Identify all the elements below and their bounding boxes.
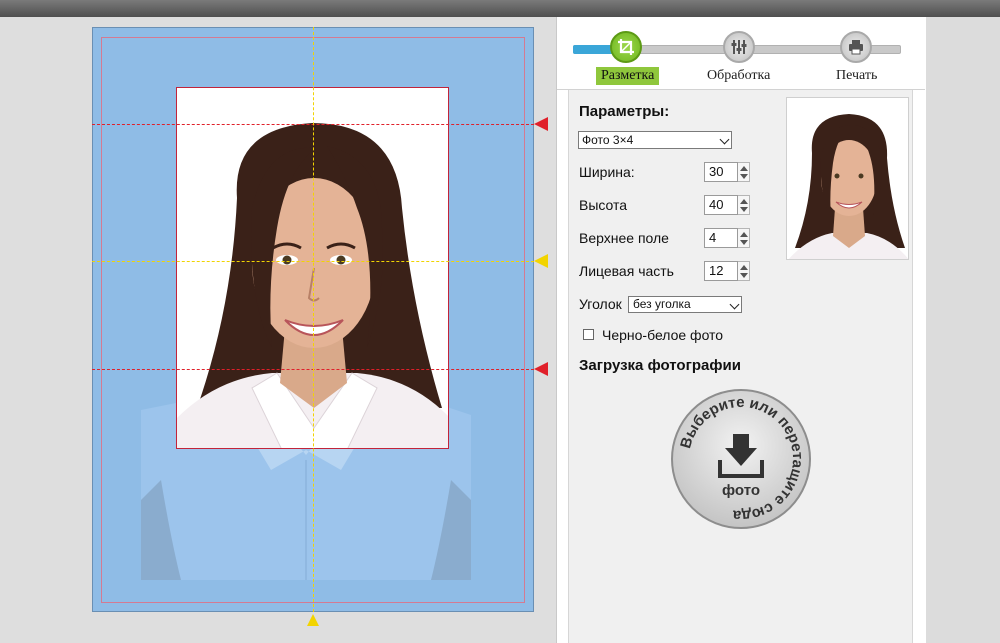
top-margin-input[interactable]: 4	[704, 228, 738, 248]
top-margin-stepper[interactable]	[738, 228, 750, 248]
height-label: Высота	[579, 197, 628, 213]
params-title: Параметры:	[579, 103, 670, 120]
chevron-down-icon	[719, 134, 730, 145]
photo-format-select[interactable]: Фото 3×4	[578, 131, 732, 149]
sliders-icon	[731, 40, 747, 54]
app-window: Разметка Обработка Печать Параметры: Фот…	[0, 0, 1000, 643]
top-guide-handle[interactable]	[534, 117, 548, 131]
arrow-down-icon[interactable]	[740, 273, 748, 278]
step-markup-label[interactable]: Разметка	[596, 67, 660, 85]
printer-icon	[849, 40, 863, 55]
arrow-up-icon[interactable]	[740, 199, 748, 204]
preview-photo	[787, 98, 908, 259]
step-print-button[interactable]	[840, 31, 872, 63]
upload-photo-button[interactable]: Выберите или перетащите сюда фото	[670, 388, 812, 530]
step-markup-button[interactable]	[610, 31, 642, 63]
face-size-input[interactable]: 12	[704, 261, 738, 281]
center-guide	[313, 27, 314, 612]
arrow-down-icon[interactable]	[740, 240, 748, 245]
center-guide-handle[interactable]	[307, 614, 319, 626]
step-processing-label[interactable]: Обработка	[702, 67, 775, 85]
chin-guide-handle[interactable]	[534, 362, 548, 376]
width-label: Ширина:	[579, 164, 635, 180]
height-stepper[interactable]	[738, 195, 750, 215]
step-print-label[interactable]: Печать	[831, 67, 882, 85]
bw-photo-checkbox[interactable]	[583, 329, 594, 340]
top-margin-label: Верхнее поле	[579, 230, 669, 246]
top-bar	[0, 0, 1000, 17]
width-input[interactable]: 30	[704, 162, 738, 182]
width-stepper[interactable]	[738, 162, 750, 182]
crop-icon	[618, 39, 634, 55]
upload-center-label: фото	[722, 482, 760, 499]
arrow-down-icon[interactable]	[740, 207, 748, 212]
arrow-up-icon[interactable]	[740, 232, 748, 237]
arrow-up-icon[interactable]	[740, 166, 748, 171]
height-input[interactable]: 40	[704, 195, 738, 215]
photo-preview	[786, 97, 909, 260]
upload-title: Загрузка фотографии	[579, 357, 741, 374]
corner-label: Уголок	[579, 296, 622, 312]
corner-value: без уголка	[633, 297, 691, 311]
step-processing-button[interactable]	[723, 31, 755, 63]
arrow-down-icon[interactable]	[740, 174, 748, 179]
chevron-down-icon	[729, 299, 740, 310]
face-size-label: Лицевая часть	[579, 263, 674, 279]
arrow-up-icon[interactable]	[740, 265, 748, 270]
face-size-stepper[interactable]	[738, 261, 750, 281]
bw-photo-label[interactable]: Черно-белое фото	[602, 327, 723, 343]
corner-select[interactable]: без уголка	[628, 296, 742, 313]
eye-guide-handle[interactable]	[534, 254, 548, 268]
photo-format-value: Фото 3×4	[582, 133, 634, 147]
right-gutter	[926, 17, 1000, 643]
